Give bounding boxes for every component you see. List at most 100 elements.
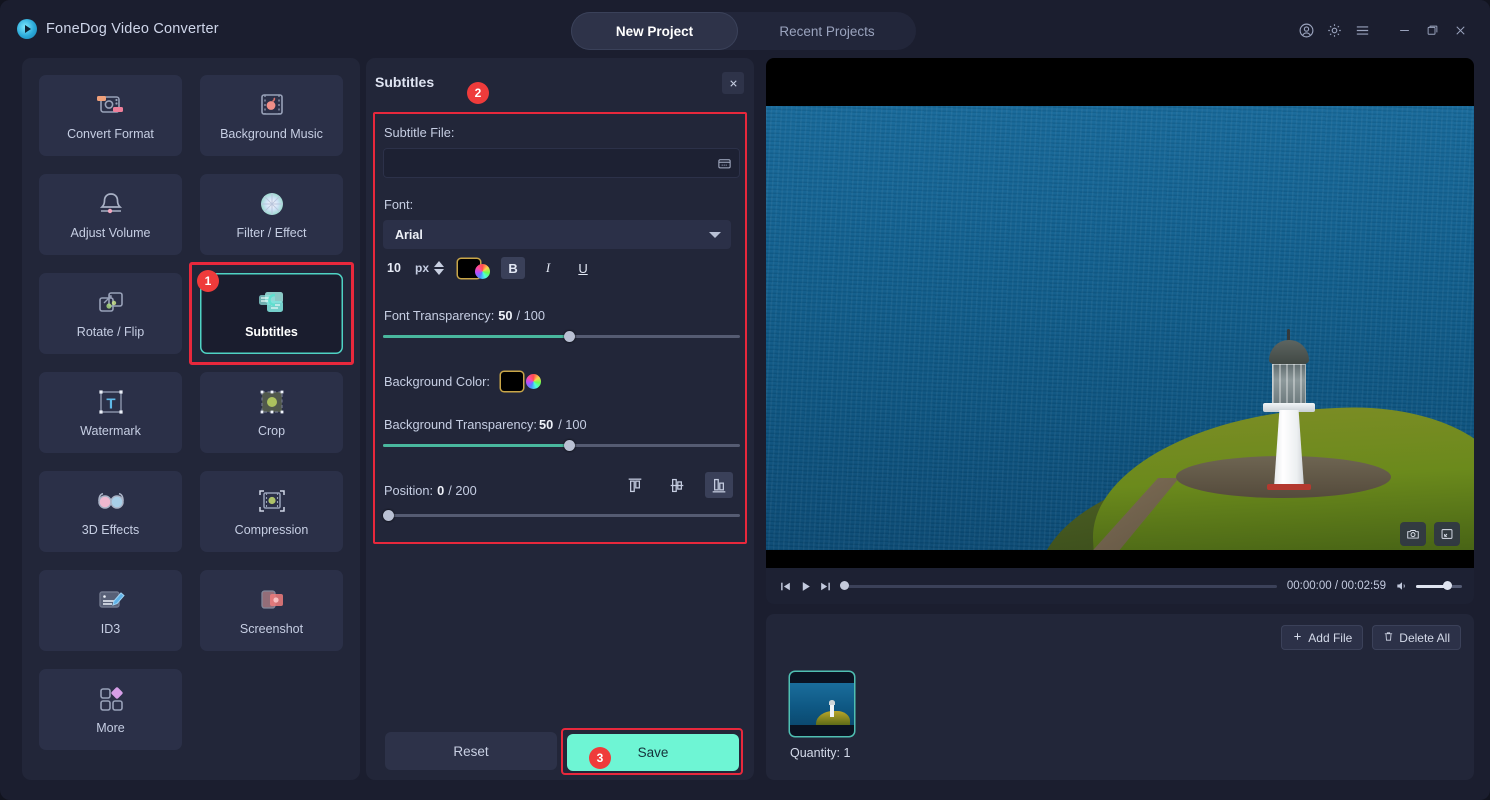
volume-slider[interactable] [1416, 581, 1462, 590]
tool-id3[interactable]: ID3 [39, 570, 182, 651]
tool-subtitles[interactable]: 1 Subtitles [189, 262, 354, 365]
add-file-button[interactable]: Add File [1281, 625, 1364, 650]
font-transparency-readout: Font Transparency: 50 / 100 [384, 308, 545, 323]
slider-fill [383, 335, 569, 338]
font-transparency-slider[interactable] [383, 331, 740, 342]
window-controls [1292, 18, 1474, 42]
tab-recent-projects[interactable]: Recent Projects [738, 12, 916, 50]
video-overlay-tools [1400, 522, 1460, 546]
subtitle-file-input[interactable] [383, 148, 740, 178]
title-bar: FoneDog Video Converter New Project Rece… [0, 0, 1490, 58]
font-family-select[interactable]: Arial [383, 220, 731, 249]
close-icon[interactable] [1446, 18, 1474, 42]
tool-adjust-volume[interactable]: Adjust Volume [39, 174, 182, 255]
plus-icon [1292, 631, 1303, 645]
maximize-icon[interactable] [1418, 18, 1446, 42]
brand: FoneDog Video Converter [17, 19, 219, 39]
background-color-swatch[interactable] [501, 372, 523, 391]
tool-watermark[interactable]: T Watermark [39, 372, 182, 453]
tool-label: Screenshot [239, 622, 304, 636]
fullscreen-icon[interactable] [1434, 522, 1460, 546]
align-middle-icon[interactable] [663, 472, 691, 498]
position-slider[interactable] [383, 510, 740, 521]
tool-label: More [96, 721, 125, 735]
trash-icon [1383, 631, 1394, 645]
tool-label: Background Music [220, 127, 323, 141]
font-size-stepper[interactable] [434, 261, 445, 275]
font-family-value: Arial [395, 227, 423, 242]
font-color-wheel-icon[interactable] [475, 263, 491, 279]
volume-knob[interactable] [1443, 581, 1452, 590]
seek-slider[interactable] [840, 581, 1277, 590]
font-label: Font: [384, 197, 414, 212]
slider-knob[interactable] [564, 440, 575, 451]
video-thumbnail[interactable] [790, 672, 854, 736]
lighthouse-tower [1273, 410, 1305, 490]
screenshot-icon [255, 585, 289, 615]
camera-icon[interactable] [1400, 522, 1426, 546]
tool-rotate-flip[interactable]: Rotate / Flip [39, 273, 182, 354]
tool-more[interactable]: More [39, 669, 182, 750]
underline-button[interactable]: U [571, 257, 595, 279]
background-transparency-slider[interactable] [383, 440, 740, 451]
step-badge-1: 1 [197, 270, 219, 292]
tool-label: Subtitles [245, 325, 298, 339]
transport-buttons [779, 580, 832, 593]
tools-grid: Convert Format Background Music Adjust V… [39, 75, 354, 750]
tool-label: Convert Format [67, 127, 154, 141]
align-bottom-icon[interactable] [705, 472, 733, 498]
volume-fill [1416, 584, 1446, 588]
skip-previous-icon[interactable] [779, 580, 792, 593]
background-color-label: Background Color: [384, 374, 490, 389]
delete-all-button[interactable]: Delete All [1372, 625, 1461, 650]
stepper-down-icon[interactable] [434, 269, 445, 275]
video-frame [766, 106, 1474, 550]
tool-screenshot[interactable]: Screenshot [200, 570, 343, 651]
slider-knob[interactable] [564, 331, 575, 342]
video-preview-panel: 00:00:00 / 00:02:59 [766, 58, 1474, 604]
tool-3d-effects[interactable]: 3D Effects [39, 471, 182, 552]
background-music-icon [255, 90, 289, 120]
tool-label: Adjust Volume [70, 226, 151, 240]
font-format-bar: 10 px B I U [383, 254, 743, 282]
italic-button[interactable]: I [536, 257, 560, 279]
tab-new-project[interactable]: New Project [571, 12, 738, 50]
3d-effects-icon [94, 486, 128, 516]
reset-button[interactable]: Reset [385, 732, 557, 770]
stepper-up-icon[interactable] [434, 261, 445, 267]
tool-convert-format[interactable]: Convert Format [39, 75, 182, 156]
lighthouse-base [1267, 484, 1311, 490]
close-icon[interactable] [722, 72, 744, 94]
font-size-value[interactable]: 10 [383, 261, 405, 275]
bold-button[interactable]: B [501, 257, 526, 279]
gear-icon[interactable] [1320, 18, 1348, 42]
background-color-wheel-icon[interactable] [526, 374, 541, 389]
play-icon[interactable] [799, 580, 812, 593]
subtitles-panel-header: Subtitles 2 [366, 58, 754, 110]
tool-background-music[interactable]: Background Music [200, 75, 343, 156]
subtitles-form: Subtitle File: Font: Arial 10 px B I U F… [373, 112, 747, 544]
align-top-icon[interactable] [621, 472, 649, 498]
tool-filter-effect[interactable]: Filter / Effect [200, 174, 343, 255]
tool-compression[interactable]: Compression [200, 471, 343, 552]
subtitle-file-label: Subtitle File: [384, 125, 455, 140]
tool-label: ID3 [100, 622, 121, 636]
minimize-icon[interactable] [1390, 18, 1418, 42]
background-transparency-value: 50 [538, 417, 554, 432]
account-icon[interactable] [1292, 18, 1320, 42]
id3-icon [94, 585, 128, 615]
font-transparency-max: / 100 [516, 308, 545, 323]
volume-icon[interactable] [1395, 579, 1409, 593]
lighthouse [1253, 320, 1325, 490]
subtitles-icon [255, 288, 289, 318]
menu-icon[interactable] [1348, 18, 1376, 42]
slider-knob[interactable] [383, 510, 394, 521]
save-button[interactable]: 3 Save [567, 734, 739, 771]
skip-next-icon[interactable] [819, 580, 832, 593]
file-list-actions: Add File Delete All [1281, 625, 1461, 650]
seek-knob[interactable] [840, 581, 849, 590]
tool-crop[interactable]: Crop [200, 372, 343, 453]
folder-browse-icon[interactable] [714, 153, 734, 173]
tool-label: Filter / Effect [236, 226, 307, 240]
video-canvas[interactable] [766, 58, 1474, 568]
